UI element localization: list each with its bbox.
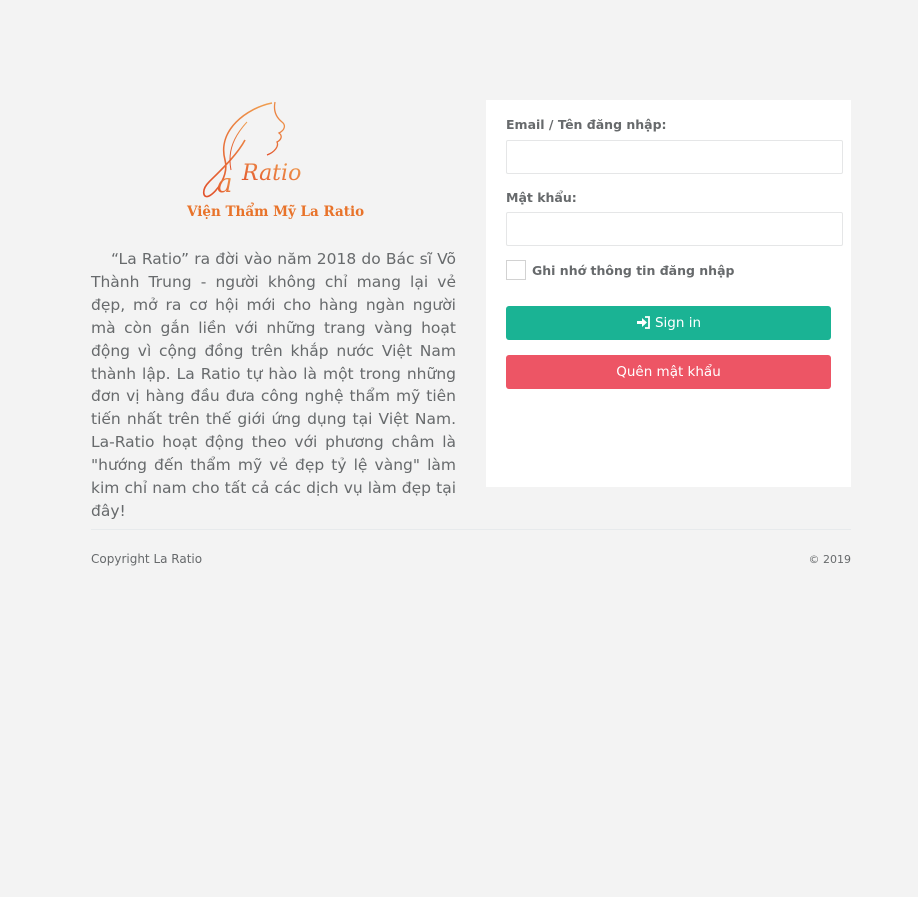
copyright-year: © 2019 [808,553,852,566]
password-field[interactable] [506,212,843,246]
svg-text:Ratio: Ratio [241,161,301,186]
sign-in-icon [636,316,650,329]
copyright-text: Copyright La Ratio [91,552,203,566]
remember-checkbox[interactable] [506,260,526,280]
email-field[interactable] [506,140,843,174]
forgot-password-label: Quên mật khẩu [616,364,721,380]
svg-text:a: a [217,169,233,199]
email-label: Email / Tên đăng nhập: [506,117,667,132]
password-label: Mật khẩu: [506,190,577,205]
institute-name: Viện Thẩm Mỹ La Ratio [187,204,365,220]
sign-in-label: Sign in [654,315,702,331]
forgot-password-button[interactable]: Quên mật khẩu [506,355,831,389]
footer: Copyright La Ratio © 2019 [91,529,851,570]
sign-in-button[interactable]: Sign in [506,306,831,340]
remember-label[interactable]: Ghi nhớ thông tin đăng nhập [532,263,734,278]
login-panel: Email / Tên đăng nhập: Mật khẩu: Ghi nhớ… [486,100,851,487]
intro-paragraph: “La Ratio” ra đời vào năm 2018 do Bác sĩ… [91,250,456,520]
